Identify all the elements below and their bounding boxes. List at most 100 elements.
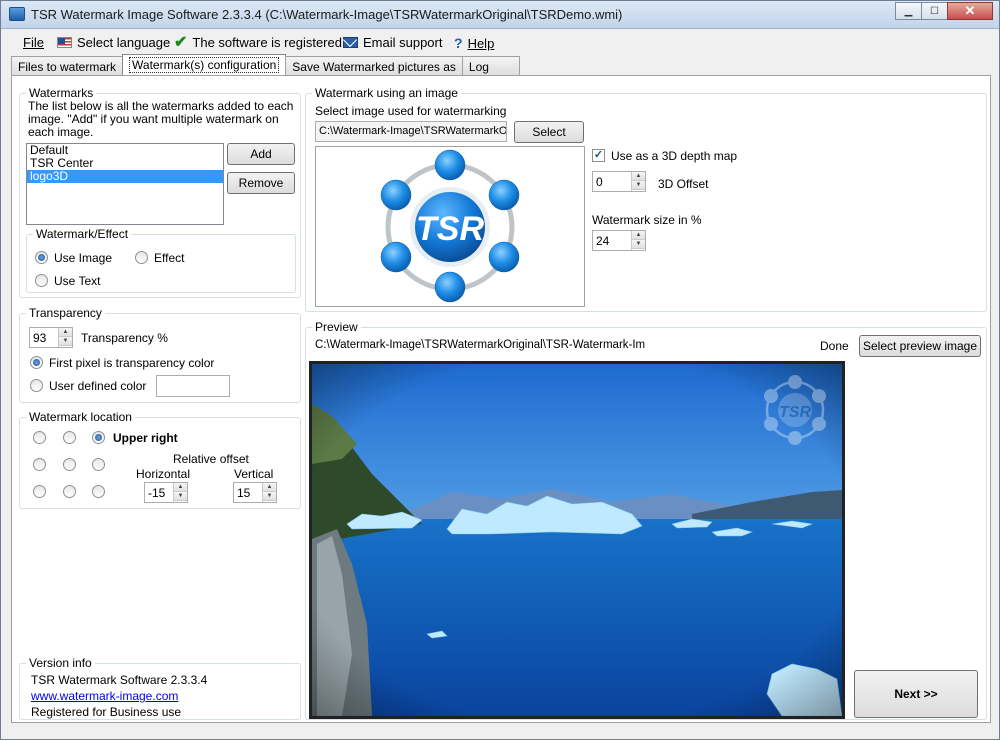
transparency-legend: Transparency	[26, 306, 105, 320]
version-info-group: Version info TSR Watermark Software 2.3.…	[19, 656, 301, 720]
image-path-field[interactable]: C:\Watermark-Image\TSRWatermarkO	[315, 121, 507, 142]
location-upper-center-radio[interactable]	[63, 431, 76, 444]
location-middle-right-radio[interactable]	[92, 458, 105, 471]
menu-registered[interactable]: ✔ The software is registered	[174, 33, 342, 51]
checkmark-icon: ✔	[174, 33, 188, 51]
watermarks-legend: Watermarks	[26, 86, 97, 100]
location-middle-left-radio[interactable]	[33, 458, 46, 471]
spin-down-icon[interactable]: ▼	[632, 240, 645, 249]
spin-down-icon[interactable]: ▼	[263, 492, 276, 501]
depth-map-label: Use as a 3D depth map	[611, 149, 738, 163]
spin-up-icon[interactable]: ▲	[263, 483, 276, 492]
close-button[interactable]: ✕	[947, 2, 993, 20]
use-text-radio[interactable]	[35, 274, 48, 287]
spin-down-icon[interactable]: ▼	[174, 492, 187, 501]
select-image-button[interactable]: Select	[514, 121, 584, 143]
spin-up-icon[interactable]: ▲	[174, 483, 187, 492]
depth-map-checkbox[interactable]: ✓	[592, 149, 605, 162]
next-button[interactable]: Next >>	[854, 670, 978, 718]
remove-button[interactable]: Remove	[227, 172, 295, 194]
location-upper-left-radio[interactable]	[33, 431, 46, 444]
3d-offset-stepper[interactable]: 0 ▲ ▼	[592, 171, 646, 192]
location-lower-center-radio[interactable]	[63, 485, 76, 498]
3d-offset-value: 0	[596, 175, 603, 189]
watermark-size-stepper[interactable]: 24 ▲ ▼	[592, 230, 646, 251]
mail-icon	[343, 37, 358, 48]
vertical-label: Vertical	[234, 467, 274, 481]
title-bar[interactable]: TSR Watermark Image Software 2.3.3.4 (C:…	[1, 1, 999, 29]
use-image-label: Use Image	[54, 251, 113, 265]
tab-files-to-watermark[interactable]: Files to watermark	[11, 56, 124, 75]
transparency-stepper[interactable]: 93 ▲ ▼	[29, 327, 73, 348]
watermark-location-group: Watermark location Upper right Relative …	[19, 410, 301, 509]
list-item[interactable]: logo3D	[27, 170, 223, 183]
add-button[interactable]: Add	[227, 143, 295, 165]
select-image-label: Select image used for watermarking	[315, 104, 507, 118]
location-upper-right-radio[interactable]	[92, 431, 105, 444]
transparency-group: Transparency 93 ▲ ▼ Transparency % First …	[19, 306, 301, 403]
watermark-location-legend: Watermark location	[26, 410, 135, 424]
spin-down-icon[interactable]: ▼	[59, 337, 72, 346]
window-title: TSR Watermark Image Software 2.3.3.4 (C:…	[31, 7, 623, 22]
use-image-radio[interactable]	[35, 251, 48, 264]
menu-help[interactable]: ? Help	[454, 35, 494, 51]
image-watermark-legend: Watermark using an image	[312, 86, 461, 100]
preview-legend: Preview	[312, 320, 361, 334]
vertical-offset-stepper[interactable]: 15 ▲ ▼	[233, 482, 277, 503]
menu-bar: File Select language ✔ The software is re…	[1, 30, 999, 54]
location-lower-right-radio[interactable]	[92, 485, 105, 498]
watermark-effect-group: Watermark/Effect Use Image Effect Use Te…	[26, 227, 296, 293]
tab-watermark-configuration[interactable]: Watermark(s) configuration	[122, 54, 287, 75]
spin-up-icon[interactable]: ▲	[632, 231, 645, 240]
watermark-effect-legend: Watermark/Effect	[33, 227, 132, 241]
watermark-list[interactable]: Default TSR Center logo3D	[26, 143, 224, 225]
first-pixel-radio[interactable]	[30, 356, 43, 369]
watermarks-group: Watermarks The list below is all the wat…	[19, 86, 301, 298]
logo-text: TSR	[416, 210, 484, 248]
effect-label: Effect	[154, 251, 185, 265]
menu-select-language[interactable]: Select language	[57, 35, 170, 50]
tsr-logo-icon: TSR	[380, 149, 520, 303]
version-name: TSR Watermark Software 2.3.3.4	[31, 673, 208, 687]
menu-email-support[interactable]: Email support	[343, 35, 442, 50]
menu-file[interactable]: File	[23, 35, 44, 50]
watermarks-description: The list below is all the watermarks add…	[28, 99, 294, 139]
website-link[interactable]: www.watermark-image.com	[31, 689, 178, 703]
location-selected-label: Upper right	[113, 431, 178, 445]
watermark-image-preview: TSR	[315, 146, 585, 307]
spin-up-icon[interactable]: ▲	[59, 328, 72, 337]
preview-image: TSR	[309, 361, 845, 719]
tab-log[interactable]: Log	[461, 56, 520, 75]
watermark-overlay-text: TSR	[779, 404, 811, 421]
maximize-button[interactable]: ☐	[921, 2, 948, 20]
tab-strip: Files to watermark Watermark(s) configur…	[11, 54, 520, 76]
first-pixel-label: First pixel is transparency color	[49, 356, 215, 370]
color-swatch[interactable]	[156, 375, 230, 397]
spin-up-icon[interactable]: ▲	[632, 172, 645, 181]
preview-status: Done	[820, 339, 849, 353]
location-middle-center-radio[interactable]	[63, 458, 76, 471]
3d-offset-label: 3D Offset	[658, 177, 709, 191]
minimize-button[interactable]: ▁	[895, 2, 922, 20]
location-lower-left-radio[interactable]	[33, 485, 46, 498]
tab-save-watermarked[interactable]: Save Watermarked pictures as	[285, 56, 463, 75]
license-text: Registered for Business use	[31, 705, 182, 719]
transparency-percent-label: Transparency %	[81, 331, 168, 345]
help-icon: ?	[454, 35, 463, 51]
spin-down-icon[interactable]: ▼	[632, 181, 645, 190]
app-icon	[9, 7, 25, 21]
relative-offset-label: Relative offset	[173, 452, 249, 466]
preview-path: C:\Watermark-Image\TSRWatermarkOriginal\…	[315, 339, 646, 351]
vertical-offset-value: 15	[237, 486, 251, 500]
horizontal-offset-stepper[interactable]: -15 ▲ ▼	[144, 482, 188, 503]
user-defined-color-label: User defined color	[49, 379, 147, 393]
user-defined-color-radio[interactable]	[30, 379, 43, 392]
select-preview-image-button[interactable]: Select preview image	[859, 335, 981, 357]
effect-radio[interactable]	[135, 251, 148, 264]
version-info-legend: Version info	[26, 656, 95, 670]
preview-group: Preview C:\Watermark-Image\TSRWatermarkO…	[305, 320, 987, 720]
app-window: TSR Watermark Image Software 2.3.3.4 (C:…	[0, 0, 1000, 740]
transparency-value: 93	[33, 331, 47, 345]
horizontal-offset-value: -15	[148, 486, 166, 500]
image-watermark-group: Watermark using an image Select image us…	[305, 86, 987, 312]
